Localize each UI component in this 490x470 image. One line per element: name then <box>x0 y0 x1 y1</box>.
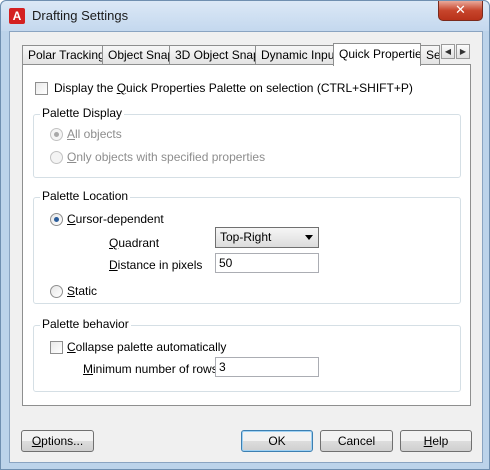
close-icon: ✕ <box>455 2 466 17</box>
distance-input[interactable]: 50 <box>215 253 319 273</box>
tab-scroll-right-button[interactable]: ▶ <box>456 44 470 59</box>
display-palette-label[interactable]: Display the Quick Properties Palette on … <box>54 81 413 95</box>
window-title: Drafting Settings <box>32 8 129 23</box>
drafting-settings-dialog: A Drafting Settings ✕ Polar Tracking Obj… <box>0 0 490 470</box>
specified-objects-radio[interactable] <box>50 151 63 164</box>
quadrant-dropdown[interactable]: Top-Right <box>215 227 319 248</box>
display-palette-checkbox[interactable] <box>35 82 48 95</box>
arrow-left-icon: ◀ <box>444 47 452 56</box>
tab-dynamic-input[interactable]: Dynamic Input <box>255 45 334 65</box>
help-button[interactable]: Help <box>400 430 472 452</box>
quadrant-value: Top-Right <box>220 230 272 244</box>
ok-button[interactable]: OK <box>241 430 313 452</box>
cursor-dependent-radio[interactable] <box>50 213 63 226</box>
dialog-client-area: Polar Tracking Object Snap 3D Object Sna… <box>9 31 483 463</box>
static-label[interactable]: Static <box>67 284 97 298</box>
quick-properties-panel: Display the Quick Properties Palette on … <box>22 64 471 406</box>
autocad-app-icon: A <box>9 8 25 24</box>
palette-behavior-title: Palette behavior <box>40 317 131 331</box>
static-radio[interactable] <box>50 285 63 298</box>
min-rows-label: Minimum number of rows <box>83 362 218 376</box>
tab-selection-cycling[interactable]: Se <box>420 45 440 65</box>
tab-3d-object-snap[interactable]: 3D Object Snap <box>169 45 256 65</box>
palette-display-group <box>33 114 461 178</box>
arrow-right-icon: ▶ <box>459 47 467 56</box>
tab-quick-properties[interactable]: Quick Properties <box>333 43 421 66</box>
quadrant-label: Quadrant <box>109 236 160 250</box>
dropdown-arrow-icon <box>305 235 313 240</box>
specified-objects-label: Only objects with specified properties <box>67 150 266 164</box>
collapse-palette-label[interactable]: Collapse palette automatically <box>67 340 226 354</box>
title-bar[interactable]: A Drafting Settings <box>1 1 489 31</box>
tab-object-snap[interactable]: Object Snap <box>102 45 170 65</box>
all-objects-label: All objects <box>67 127 122 141</box>
collapse-palette-checkbox[interactable] <box>50 341 63 354</box>
cursor-dependent-label[interactable]: Cursor-dependent <box>67 212 164 226</box>
tab-scroll-left-button[interactable]: ◀ <box>441 44 455 59</box>
close-button[interactable]: ✕ <box>438 1 483 21</box>
cancel-button[interactable]: Cancel <box>320 430 393 452</box>
palette-location-title: Palette Location <box>40 189 131 203</box>
distance-label: Distance in pixels <box>109 258 203 272</box>
tab-polar-tracking[interactable]: Polar Tracking <box>22 45 103 65</box>
min-rows-input[interactable]: 3 <box>215 357 319 377</box>
all-objects-radio[interactable] <box>50 128 63 141</box>
options-button[interactable]: Options... <box>21 430 94 452</box>
palette-display-title: Palette Display <box>40 106 125 120</box>
